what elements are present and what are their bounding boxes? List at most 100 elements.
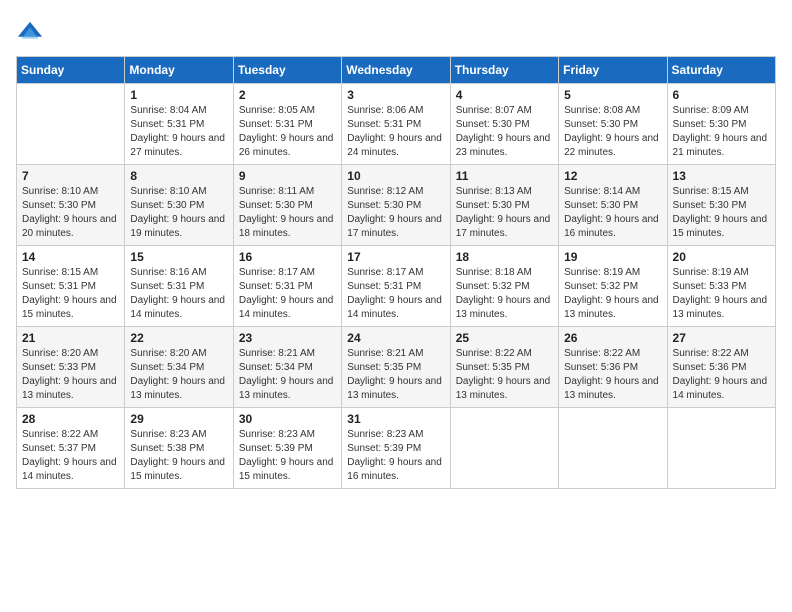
calendar-cell: 27 Sunrise: 8:22 AMSunset: 5:36 PMDayligh…: [667, 327, 775, 408]
calendar-cell: 11Sunrise: 8:13 AMSunset: 5:30 PMDayligh…: [450, 165, 558, 246]
day-number: 27: [673, 331, 770, 345]
day-number: 14: [22, 250, 119, 264]
calendar-cell: [450, 408, 558, 489]
day-info: Sunrise: 8:12 AMSunset: 5:30 PMDaylight:…: [347, 185, 444, 241]
calendar-cell: 6 Sunrise: 8:09 AMSunset: 5:30 PMDaylight…: [667, 84, 775, 165]
calendar-header: SundayMondayTuesdayWednesdayThursdayFrid…: [17, 57, 776, 84]
calendar-cell: 12 Sunrise: 8:14 AMSunset: 5:30 PMDayligh…: [559, 165, 667, 246]
day-info: Sunrise: 8:23 AMSunset: 5:39 PMDaylight:…: [239, 428, 336, 484]
logo-icon: [16, 20, 44, 48]
day-number: 28: [22, 412, 119, 426]
page-header: [16, 16, 776, 48]
day-info: Sunrise: 8:17 AMSunset: 5:31 PMDaylight:…: [347, 266, 444, 322]
day-info: Sunrise: 8:22 AMSunset: 5:37 PMDaylight:…: [22, 428, 119, 484]
calendar-cell: [559, 408, 667, 489]
day-info: Sunrise: 8:07 AMSunset: 5:30 PMDaylight:…: [456, 104, 553, 160]
day-info: Sunrise: 8:15 AMSunset: 5:30 PMDaylight:…: [673, 185, 770, 241]
day-number: 10: [347, 169, 444, 183]
calendar-cell: 2 Sunrise: 8:05 AMSunset: 5:31 PMDaylight…: [233, 84, 341, 165]
column-header-wednesday: Wednesday: [342, 57, 450, 84]
day-info: Sunrise: 8:10 AMSunset: 5:30 PMDaylight:…: [22, 185, 119, 241]
day-number: 5: [564, 88, 661, 102]
day-info: Sunrise: 8:10 AMSunset: 5:30 PMDaylight:…: [130, 185, 227, 241]
calendar-cell: [667, 408, 775, 489]
day-number: 3: [347, 88, 444, 102]
day-number: 6: [673, 88, 770, 102]
day-number: 31: [347, 412, 444, 426]
calendar-cell: 15 Sunrise: 8:16 AMSunset: 5:31 PMDayligh…: [125, 246, 233, 327]
day-number: 22: [130, 331, 227, 345]
day-number: 2: [239, 88, 336, 102]
calendar-cell: 25 Sunrise: 8:22 AMSunset: 5:35 PMDayligh…: [450, 327, 558, 408]
calendar-cell: 20 Sunrise: 8:19 AMSunset: 5:33 PMDayligh…: [667, 246, 775, 327]
day-number: 19: [564, 250, 661, 264]
calendar-cell: 21 Sunrise: 8:20 AMSunset: 5:33 PMDayligh…: [17, 327, 125, 408]
calendar-cell: 23 Sunrise: 8:21 AMSunset: 5:34 PMDayligh…: [233, 327, 341, 408]
day-number: 26: [564, 331, 661, 345]
calendar-cell: 10 Sunrise: 8:12 AMSunset: 5:30 PMDayligh…: [342, 165, 450, 246]
logo: [16, 20, 48, 48]
day-info: Sunrise: 8:22 AMSunset: 5:36 PMDaylight:…: [564, 347, 661, 403]
day-info: Sunrise: 8:09 AMSunset: 5:30 PMDaylight:…: [673, 104, 770, 160]
day-info: Sunrise: 8:13 AMSunset: 5:30 PMDaylight:…: [456, 185, 553, 241]
calendar-cell: 29Sunrise: 8:23 AMSunset: 5:38 PMDayligh…: [125, 408, 233, 489]
day-info: Sunrise: 8:19 AMSunset: 5:32 PMDaylight:…: [564, 266, 661, 322]
calendar-body: 1 Sunrise: 8:04 AMSunset: 5:31 PMDaylight…: [17, 84, 776, 489]
column-header-saturday: Saturday: [667, 57, 775, 84]
calendar-table: SundayMondayTuesdayWednesdayThursdayFrid…: [16, 56, 776, 489]
calendar-cell: 13 Sunrise: 8:15 AMSunset: 5:30 PMDayligh…: [667, 165, 775, 246]
calendar-cell: 24Sunrise: 8:21 AMSunset: 5:35 PMDayligh…: [342, 327, 450, 408]
day-number: 1: [130, 88, 227, 102]
day-info: Sunrise: 8:17 AMSunset: 5:31 PMDaylight:…: [239, 266, 336, 322]
day-info: Sunrise: 8:05 AMSunset: 5:31 PMDaylight:…: [239, 104, 336, 160]
calendar-cell: 31 Sunrise: 8:23 AMSunset: 5:39 PMDayligh…: [342, 408, 450, 489]
day-info: Sunrise: 8:11 AMSunset: 5:30 PMDaylight:…: [239, 185, 336, 241]
day-number: 18: [456, 250, 553, 264]
day-info: Sunrise: 8:20 AMSunset: 5:33 PMDaylight:…: [22, 347, 119, 403]
calendar-cell: 5 Sunrise: 8:08 AMSunset: 5:30 PMDaylight…: [559, 84, 667, 165]
calendar-cell: [17, 84, 125, 165]
day-info: Sunrise: 8:22 AMSunset: 5:35 PMDaylight:…: [456, 347, 553, 403]
calendar-cell: 17 Sunrise: 8:17 AMSunset: 5:31 PMDayligh…: [342, 246, 450, 327]
calendar-cell: 26 Sunrise: 8:22 AMSunset: 5:36 PMDayligh…: [559, 327, 667, 408]
calendar-cell: 16 Sunrise: 8:17 AMSunset: 5:31 PMDayligh…: [233, 246, 341, 327]
calendar-cell: 4 Sunrise: 8:07 AMSunset: 5:30 PMDaylight…: [450, 84, 558, 165]
column-header-thursday: Thursday: [450, 57, 558, 84]
day-info: Sunrise: 8:19 AMSunset: 5:33 PMDaylight:…: [673, 266, 770, 322]
day-number: 30: [239, 412, 336, 426]
day-number: 20: [673, 250, 770, 264]
day-number: 9: [239, 169, 336, 183]
day-info: Sunrise: 8:04 AMSunset: 5:31 PMDaylight:…: [130, 104, 227, 160]
day-info: Sunrise: 8:22 AMSunset: 5:36 PMDaylight:…: [673, 347, 770, 403]
day-number: 12: [564, 169, 661, 183]
day-number: 13: [673, 169, 770, 183]
calendar-cell: 28 Sunrise: 8:22 AMSunset: 5:37 PMDayligh…: [17, 408, 125, 489]
calendar-cell: 22 Sunrise: 8:20 AMSunset: 5:34 PMDayligh…: [125, 327, 233, 408]
column-header-sunday: Sunday: [17, 57, 125, 84]
day-number: 7: [22, 169, 119, 183]
day-number: 4: [456, 88, 553, 102]
day-info: Sunrise: 8:16 AMSunset: 5:31 PMDaylight:…: [130, 266, 227, 322]
calendar-cell: 7 Sunrise: 8:10 AMSunset: 5:30 PMDaylight…: [17, 165, 125, 246]
day-number: 16: [239, 250, 336, 264]
calendar-cell: 14 Sunrise: 8:15 AMSunset: 5:31 PMDayligh…: [17, 246, 125, 327]
day-info: Sunrise: 8:20 AMSunset: 5:34 PMDaylight:…: [130, 347, 227, 403]
day-number: 23: [239, 331, 336, 345]
day-number: 15: [130, 250, 227, 264]
calendar-cell: 3 Sunrise: 8:06 AMSunset: 5:31 PMDaylight…: [342, 84, 450, 165]
day-info: Sunrise: 8:06 AMSunset: 5:31 PMDaylight:…: [347, 104, 444, 160]
calendar-cell: 30 Sunrise: 8:23 AMSunset: 5:39 PMDayligh…: [233, 408, 341, 489]
day-info: Sunrise: 8:14 AMSunset: 5:30 PMDaylight:…: [564, 185, 661, 241]
day-info: Sunrise: 8:23 AMSunset: 5:39 PMDaylight:…: [347, 428, 444, 484]
day-info: Sunrise: 8:15 AMSunset: 5:31 PMDaylight:…: [22, 266, 119, 322]
day-number: 25: [456, 331, 553, 345]
calendar-cell: 18Sunrise: 8:18 AMSunset: 5:32 PMDayligh…: [450, 246, 558, 327]
calendar-cell: 9 Sunrise: 8:11 AMSunset: 5:30 PMDaylight…: [233, 165, 341, 246]
day-info: Sunrise: 8:21 AMSunset: 5:35 PMDaylight:…: [347, 347, 444, 403]
day-info: Sunrise: 8:08 AMSunset: 5:30 PMDaylight:…: [564, 104, 661, 160]
day-number: 21: [22, 331, 119, 345]
calendar-cell: 19 Sunrise: 8:19 AMSunset: 5:32 PMDayligh…: [559, 246, 667, 327]
day-info: Sunrise: 8:21 AMSunset: 5:34 PMDaylight:…: [239, 347, 336, 403]
day-number: 17: [347, 250, 444, 264]
column-header-monday: Monday: [125, 57, 233, 84]
